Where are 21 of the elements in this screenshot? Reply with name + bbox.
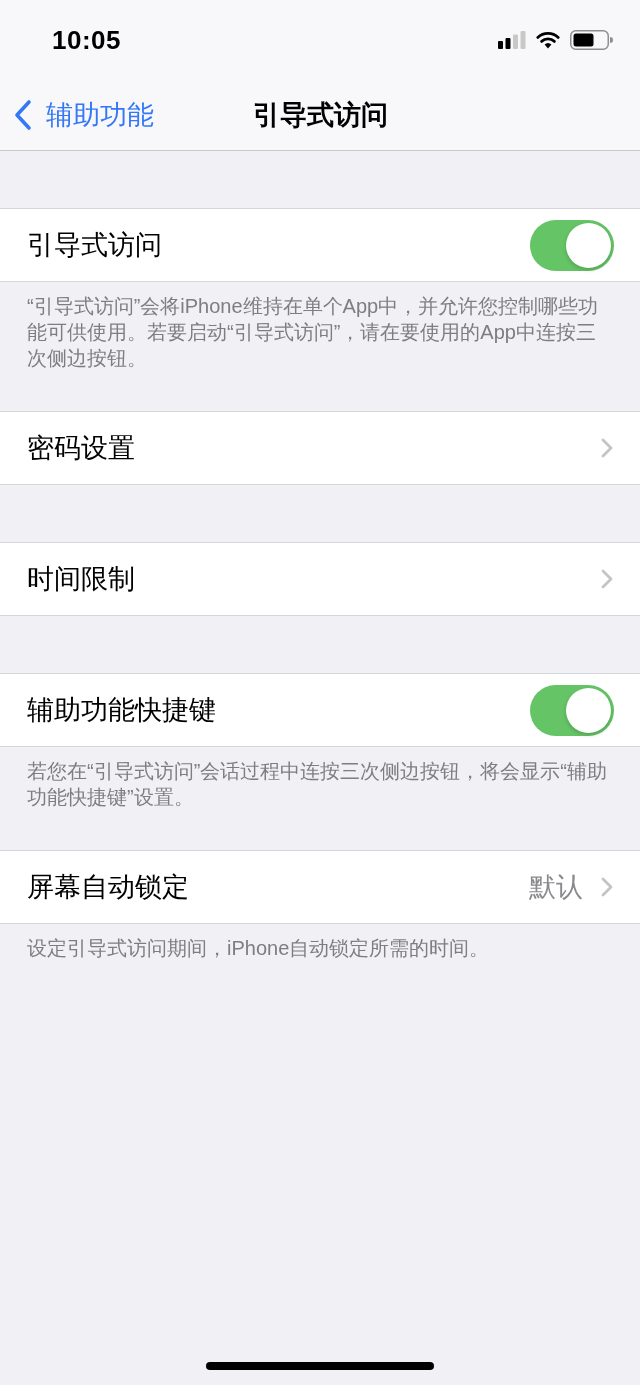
wifi-icon — [536, 31, 560, 49]
chevron-right-icon — [601, 569, 613, 589]
nav-title: 引导式访问 — [252, 98, 388, 132]
status-time: 10:05 — [52, 24, 121, 56]
back-button[interactable]: 辅助功能 — [14, 96, 154, 133]
section-footer: 设定引导式访问期间，iPhone自动锁定所需的时间。 — [0, 924, 640, 961]
row-label: 屏幕自动锁定 — [27, 871, 190, 904]
chevron-left-icon — [14, 98, 32, 131]
row-label: 引导式访问 — [27, 229, 163, 262]
row-label: 时间限制 — [27, 563, 136, 596]
row-value: 默认 — [529, 871, 583, 904]
toggle-switch[interactable] — [530, 219, 614, 271]
chevron-right-icon — [601, 438, 613, 458]
chevron-right-icon — [601, 877, 613, 897]
row-label: 辅助功能快捷键 — [27, 694, 217, 727]
row-label: 密码设置 — [27, 432, 136, 465]
signal-icon — [498, 31, 526, 49]
section-footer: “引导式访问”会将iPhone维持在单个App中，并允许您控制哪些功能可供使用。若要启动“引导式访问”，请在要使用的App中连按三次侧边按钮。 — [0, 282, 640, 371]
toggle-switch[interactable] — [530, 684, 614, 736]
battery-icon — [570, 30, 613, 50]
section-footer: 若您在“引导式访问”会话过程中连按三次侧边按钮，将会显示“辅助功能快捷键”设置。 — [0, 747, 640, 810]
